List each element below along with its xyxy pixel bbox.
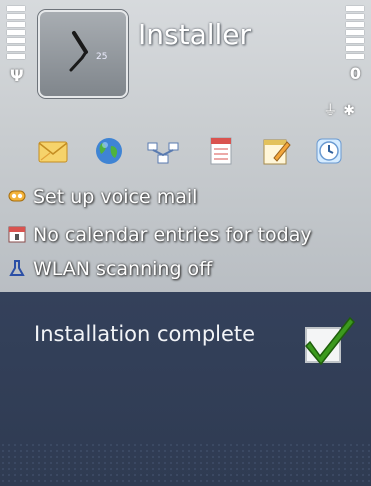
analog-clock[interactable]: 25 bbox=[38, 10, 128, 98]
antenna-icon: Ψ bbox=[10, 66, 24, 85]
calendar-icon bbox=[8, 226, 26, 243]
page-title: Installer bbox=[138, 18, 252, 51]
clock-icon[interactable] bbox=[312, 134, 346, 168]
wlan-label: WLAN scanning off bbox=[33, 258, 213, 280]
battery-level-bars bbox=[346, 6, 364, 62]
notepad-icon[interactable] bbox=[204, 134, 238, 168]
calendar-edit-icon[interactable] bbox=[259, 134, 293, 168]
voicemail-label: Set up voice mail bbox=[33, 186, 198, 208]
network-icon[interactable] bbox=[146, 134, 180, 168]
envelope-icon[interactable] bbox=[36, 134, 70, 168]
wlan-icon bbox=[9, 260, 25, 276]
wlan-notification[interactable]: WLAN scanning off bbox=[8, 258, 212, 280]
installation-dialog: Installation complete bbox=[0, 292, 371, 486]
calendar-notification[interactable]: No calendar entries for today bbox=[8, 224, 312, 246]
calendar-label: No calendar entries for today bbox=[33, 224, 312, 246]
voicemail-icon bbox=[8, 190, 26, 202]
checkmark-icon bbox=[304, 316, 356, 366]
clock-date: 25 bbox=[96, 52, 108, 62]
status-icons: ⏚✱ bbox=[323, 100, 361, 120]
home-screen-panel: Ψ 0 25 Installer ⏚✱ Set up voice mail No… bbox=[0, 0, 371, 292]
battery-indicator: 0 bbox=[349, 64, 361, 83]
installation-message: Installation complete bbox=[34, 322, 256, 346]
signal-strength-bars bbox=[7, 6, 25, 62]
shortcut-bar bbox=[34, 130, 344, 174]
clock-face-icon bbox=[69, 31, 88, 72]
dialog-pattern bbox=[0, 442, 371, 486]
bluetooth-icon: ✱ bbox=[343, 103, 361, 119]
globe-icon[interactable] bbox=[92, 134, 126, 168]
usb-icon: ⏚ bbox=[323, 103, 344, 119]
voicemail-notification[interactable]: Set up voice mail bbox=[8, 186, 197, 208]
